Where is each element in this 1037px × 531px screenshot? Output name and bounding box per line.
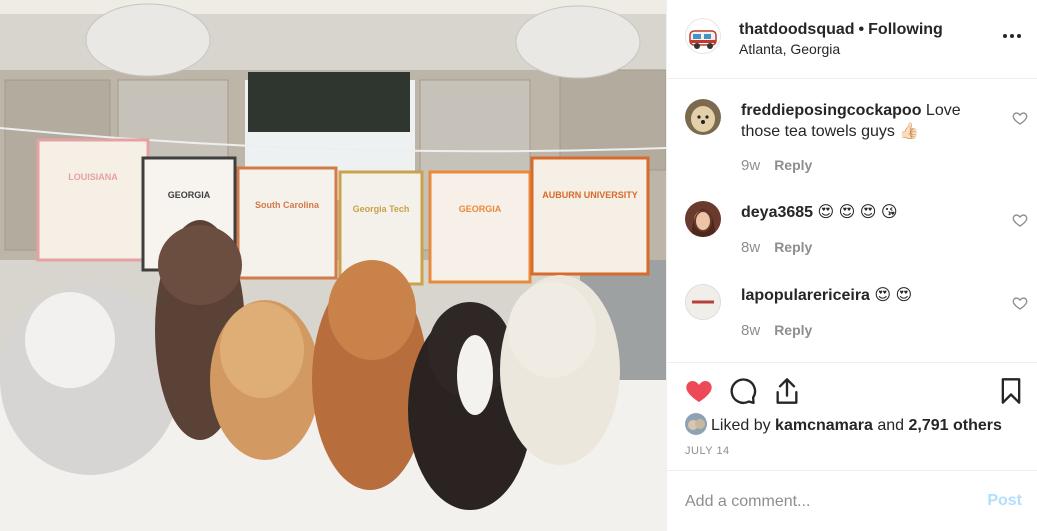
tea-towel: GEORGIA [428, 170, 532, 284]
header-title: thatdoodsquad • Following [739, 21, 943, 39]
reply-button[interactable]: Reply [774, 157, 812, 173]
tea-towel: South Carolina [236, 166, 338, 280]
likes-others-count[interactable]: 2,791 others [909, 417, 1002, 434]
post-comment-button[interactable]: Post [987, 492, 1022, 510]
comment-input[interactable] [685, 489, 965, 515]
account-username[interactable]: thatdoodsquad [739, 21, 855, 38]
comment-like-icon[interactable] [1012, 295, 1028, 311]
separator-dot: • [858, 21, 865, 38]
bookmark-icon[interactable] [997, 377, 1025, 405]
liked-by-label: Liked by [711, 417, 771, 434]
comment-body: lapopularericeira 😍 😍 [741, 285, 991, 306]
tea-towel: LOUISIANA [36, 138, 150, 262]
dogs-photo-illustration: LOUISIANA GEORGIA South Carolina Georgia Te… [0, 0, 666, 531]
ellipsis-icon [1003, 34, 1021, 38]
post-header: thatdoodsquad • Following Atlanta, Georgia [667, 0, 1037, 79]
add-comment-bar: Post [667, 470, 1037, 531]
comment-age: 8w [741, 322, 761, 339]
cockapoo-avatar-icon [685, 99, 721, 135]
person-avatar-icon [685, 201, 721, 237]
comment-username[interactable]: lapopularericeira [741, 287, 870, 304]
post-actions: Liked by kamcnamara and 2,791 others JUL… [667, 362, 1037, 470]
comment-meta: 8w Reply [741, 239, 812, 256]
camper-logo-icon [689, 30, 717, 49]
restaurant-logo-icon [686, 285, 720, 319]
post-photo[interactable]: LOUISIANA GEORGIA South Carolina Georgia Te… [0, 0, 666, 531]
comment-text: 😍 😍 😍 😘 [817, 204, 898, 221]
post-side-panel: thatdoodsquad • Following Atlanta, Georgia… [666, 0, 1037, 531]
comment-like-icon[interactable] [1012, 110, 1028, 126]
location-link[interactable]: Atlanta, Georgia [739, 41, 840, 57]
reply-button[interactable]: Reply [774, 322, 812, 338]
liker-username[interactable]: kamcnamara [775, 417, 873, 434]
comment-meta: 8w Reply [741, 322, 812, 339]
comment-age: 8w [741, 239, 761, 256]
tea-towel: AUBURN UNIVERSITY [530, 156, 650, 276]
commenter-avatar[interactable] [685, 284, 721, 320]
likes-and-label: and [877, 417, 905, 434]
liker-avatar[interactable] [685, 413, 707, 435]
comment-icon[interactable] [729, 377, 757, 405]
comment-like-icon[interactable] [1012, 212, 1028, 228]
comment-username[interactable]: freddieposingcockapoo [741, 102, 921, 119]
likes-summary: Liked by kamcnamara and 2,791 others [685, 413, 1002, 435]
heart-filled-icon[interactable] [685, 377, 713, 405]
comment-body: freddieposingcockapoo Love those tea tow… [741, 100, 991, 142]
tea-towel-label: GEORGIA [459, 204, 502, 214]
comment-body: deya3685 😍 😍 😍 😘 [741, 202, 991, 223]
reply-button[interactable]: Reply [774, 239, 812, 255]
commenter-avatar[interactable] [685, 201, 721, 237]
comment-text: 😍 😍 [874, 287, 913, 304]
post-date[interactable]: JULY 14 [685, 445, 730, 457]
comment-meta: 9w Reply [741, 157, 812, 174]
tea-towel-label: LOUISIANA [68, 172, 118, 182]
account-avatar[interactable] [685, 18, 721, 54]
tea-towel-label: GEORGIA [168, 190, 211, 200]
following-button[interactable]: Following [868, 21, 943, 38]
tea-towel-label: Georgia Tech [353, 204, 410, 214]
valance [248, 72, 410, 132]
share-icon[interactable] [773, 377, 801, 405]
comment-username[interactable]: deya3685 [741, 204, 813, 221]
more-options-button[interactable] [1002, 26, 1022, 46]
tea-towel-label: South Carolina [255, 200, 320, 210]
liker-photo-icon [685, 413, 707, 435]
comment-age: 9w [741, 157, 761, 174]
commenter-avatar[interactable] [685, 99, 721, 135]
tea-towel-label: AUBURN UNIVERSITY [542, 190, 638, 200]
